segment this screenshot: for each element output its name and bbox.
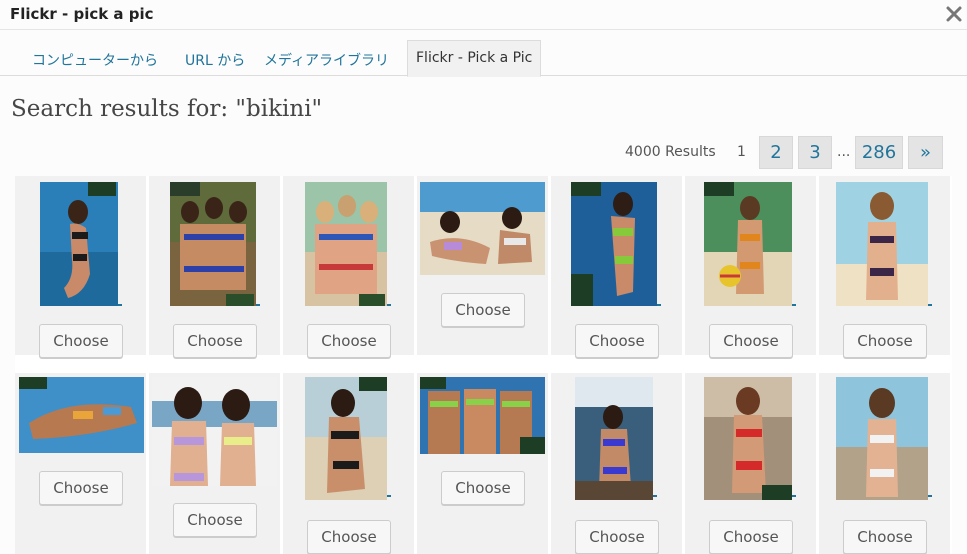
media-tabs: コンピューターから URL から メディアライブラリ Flickr - Pick… bbox=[0, 30, 967, 77]
tab-flickr-pick-a-pic[interactable]: Flickr - Pick a Pic bbox=[407, 40, 542, 77]
close-icon[interactable] bbox=[943, 3, 965, 25]
choose-button[interactable]: Choose bbox=[709, 324, 793, 358]
photo-cell: Choose bbox=[417, 373, 548, 554]
photo-cell: Choose bbox=[819, 176, 950, 358]
choose-button[interactable]: Choose bbox=[843, 324, 927, 358]
search-results-heading: Search results for: "bikini" bbox=[11, 96, 323, 122]
choose-button[interactable]: Choose bbox=[575, 520, 659, 554]
thumbnail-link-mark bbox=[657, 304, 661, 306]
photo-cell: Choose bbox=[685, 373, 816, 554]
choose-button[interactable]: Choose bbox=[39, 324, 123, 358]
photo-thumbnail[interactable] bbox=[420, 182, 545, 275]
thumbnail-link-mark bbox=[653, 495, 657, 497]
photo-grid: Choose Choose Choose Choose Choose Choos bbox=[15, 176, 952, 554]
page-link-2[interactable]: 2 bbox=[759, 136, 793, 169]
thumbnail-link-mark bbox=[387, 495, 391, 497]
choose-button[interactable]: Choose bbox=[307, 520, 391, 554]
photo-thumbnail[interactable] bbox=[571, 182, 657, 306]
photo-thumbnail[interactable] bbox=[19, 377, 144, 453]
choose-button[interactable]: Choose bbox=[441, 471, 525, 505]
photo-cell: Choose bbox=[15, 176, 146, 358]
dialog-title: Flickr - pick a pic bbox=[10, 5, 154, 23]
thumbnail-link-mark bbox=[792, 495, 796, 497]
photo-thumbnail[interactable] bbox=[40, 182, 118, 306]
choose-button[interactable]: Choose bbox=[843, 520, 927, 554]
photo-cell: Choose bbox=[15, 373, 146, 554]
photo-thumbnail[interactable] bbox=[836, 182, 928, 306]
photo-cell: Choose bbox=[283, 176, 414, 358]
choose-button[interactable]: Choose bbox=[575, 324, 659, 358]
thumbnail-link-mark bbox=[387, 304, 391, 306]
choose-button[interactable]: Choose bbox=[307, 324, 391, 358]
choose-button[interactable]: Choose bbox=[709, 520, 793, 554]
photo-thumbnail[interactable] bbox=[305, 182, 387, 306]
dialog-titlebar: Flickr - pick a pic bbox=[0, 0, 967, 30]
photo-thumbnail[interactable] bbox=[305, 377, 387, 500]
page-current: 1 bbox=[737, 144, 746, 160]
photo-cell: Choose bbox=[685, 176, 816, 358]
photo-cell: Choose bbox=[283, 373, 414, 554]
photo-thumbnail[interactable] bbox=[575, 377, 653, 500]
page-link-286[interactable]: 286 bbox=[855, 136, 903, 169]
page-ellipsis: ... bbox=[837, 144, 851, 160]
photo-thumbnail[interactable] bbox=[704, 377, 792, 500]
thumbnail-link-mark bbox=[928, 304, 932, 306]
next-page-button[interactable]: » bbox=[908, 136, 943, 169]
tab-from-computer[interactable]: コンピューターから bbox=[32, 50, 158, 70]
results-count: 4000 Results bbox=[625, 144, 716, 160]
photo-thumbnail[interactable] bbox=[152, 377, 277, 486]
photo-cell: Choose bbox=[819, 373, 950, 554]
photo-cell: Choose bbox=[149, 176, 280, 358]
photo-thumbnail[interactable] bbox=[170, 182, 256, 306]
tab-from-url[interactable]: URL から bbox=[185, 50, 245, 70]
tab-media-library[interactable]: メディアライブラリ bbox=[264, 50, 389, 70]
thumbnail-link-mark bbox=[928, 495, 932, 497]
photo-cell: Choose bbox=[551, 373, 682, 554]
thumbnail-link-mark bbox=[256, 304, 260, 306]
photo-thumbnail[interactable] bbox=[704, 182, 792, 306]
choose-button[interactable]: Choose bbox=[441, 293, 525, 327]
photo-thumbnail[interactable] bbox=[420, 377, 545, 454]
photo-cell: Choose bbox=[417, 176, 548, 355]
choose-button[interactable]: Choose bbox=[173, 503, 257, 537]
photo-cell: Choose bbox=[551, 176, 682, 358]
page-link-3[interactable]: 3 bbox=[798, 136, 832, 169]
photo-thumbnail[interactable] bbox=[836, 377, 928, 500]
thumbnail-link-mark bbox=[118, 304, 122, 306]
choose-button[interactable]: Choose bbox=[173, 324, 257, 358]
photo-cell: Choose bbox=[149, 373, 280, 554]
thumbnail-link-mark bbox=[792, 304, 796, 306]
choose-button[interactable]: Choose bbox=[39, 471, 123, 505]
